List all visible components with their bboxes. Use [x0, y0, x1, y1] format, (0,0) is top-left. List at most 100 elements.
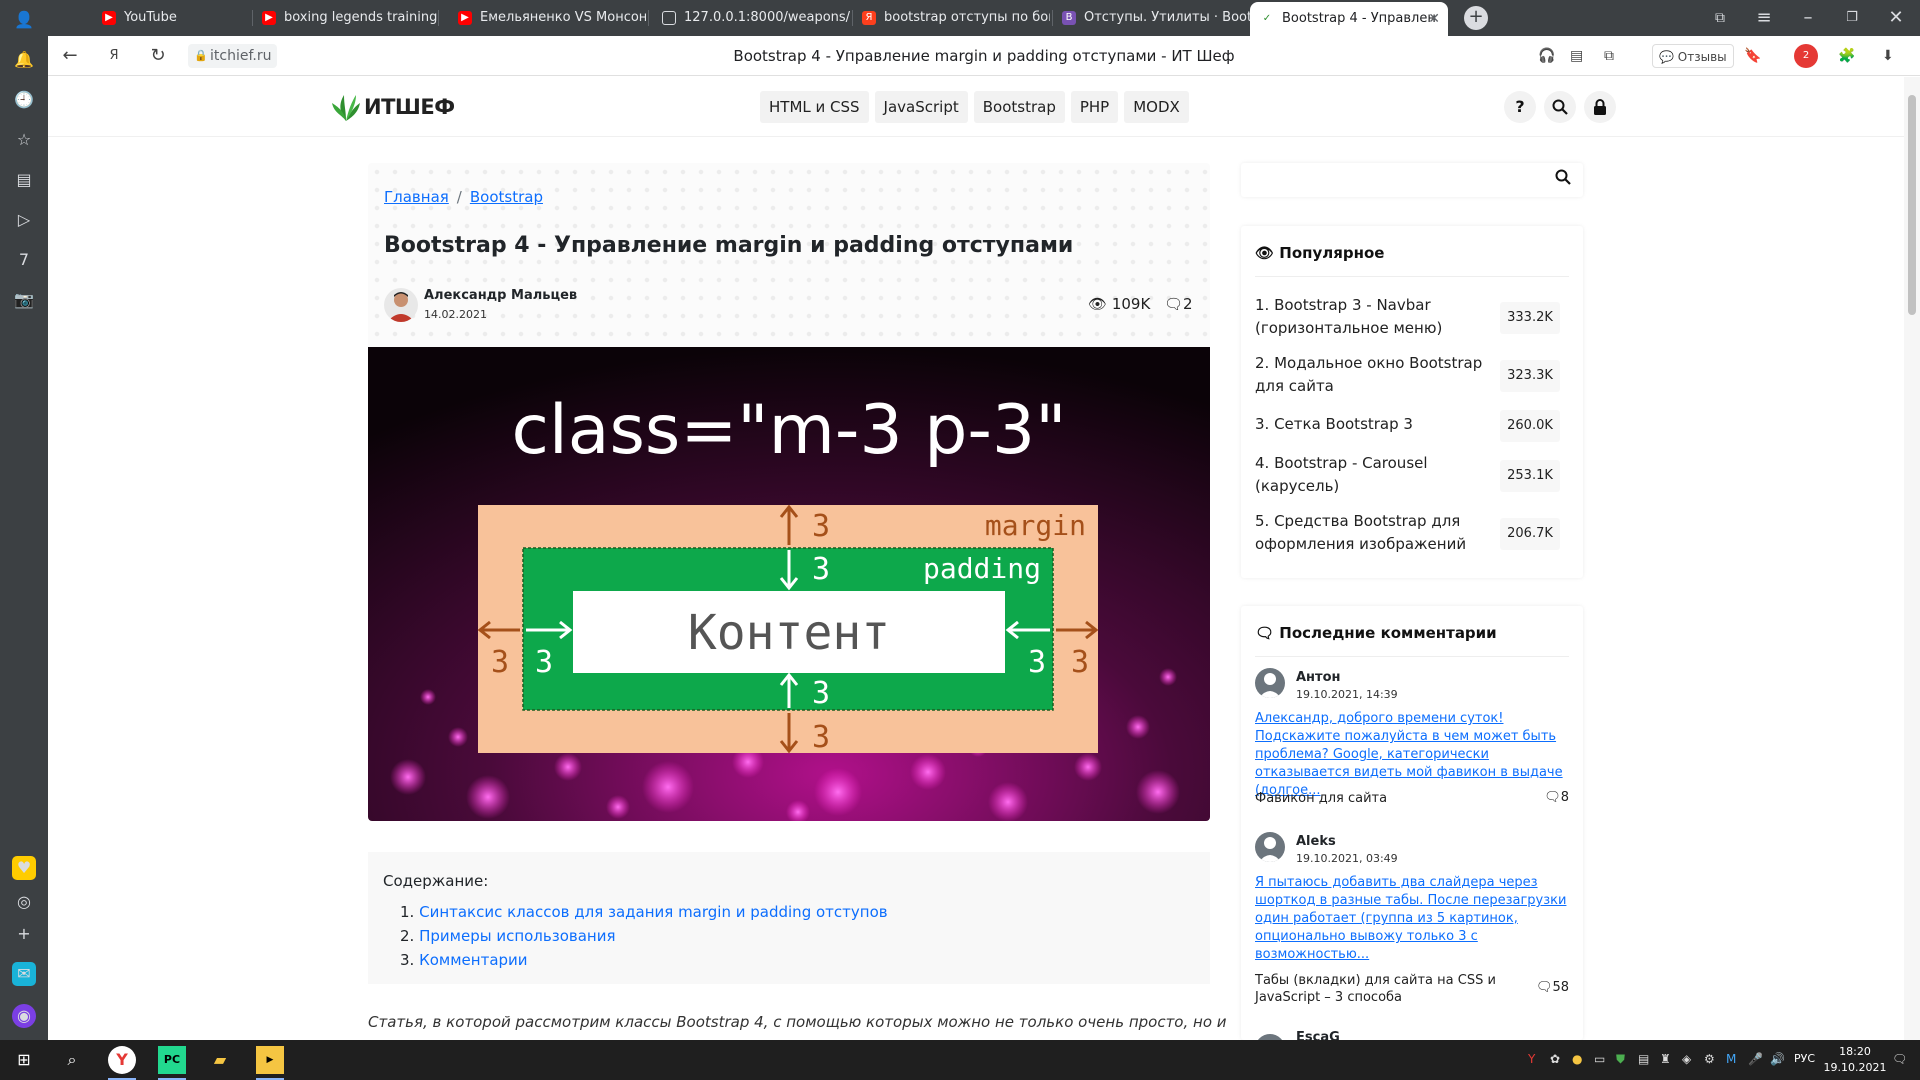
nav-javascript[interactable]: JavaScript [874, 91, 968, 123]
comment-topic[interactable]: Фавикон для сайта [1255, 790, 1505, 807]
back-button[interactable]: ← [58, 44, 82, 68]
maximize-icon[interactable]: ❐ [1840, 6, 1864, 30]
tray-app-icon[interactable]: ▤ [1638, 1052, 1649, 1066]
headphones-icon[interactable]: 🎧 [1538, 44, 1555, 68]
new-tab-button[interactable]: + [1464, 6, 1488, 30]
windows-start-icon[interactable]: ⊞ [10, 1046, 38, 1074]
extensions-badge-icon[interactable]: ⧉ [1604, 44, 1614, 68]
menu-icon[interactable]: ≡ [1752, 6, 1776, 30]
comment-text-link[interactable]: Я пытаюсь добавить два слайдера через шо… [1255, 874, 1575, 964]
url-field[interactable]: 🔒 itchief.ru [188, 44, 278, 68]
address-bar: ← Я ↻ 🔒 itchief.ru Bootstrap 4 - Управле… [48, 36, 1920, 76]
hero-margin-label: margin [985, 509, 1086, 542]
close-icon[interactable]: ✕ [1428, 2, 1440, 36]
tray-app-icon[interactable]: ▭ [1594, 1052, 1605, 1066]
downloads-icon[interactable]: ⬇ [1882, 44, 1894, 68]
bookmark-icon[interactable]: 🔖 [1744, 44, 1761, 68]
tray-app-icon[interactable]: M [1726, 1052, 1736, 1066]
login-button[interactable] [1584, 91, 1616, 123]
tab-bootstrap-docs[interactable]: B Отступы. Утилиты · Bootst [1052, 4, 1250, 32]
tray-steam-icon[interactable]: ⚙ [1704, 1052, 1715, 1066]
page-scrollbar[interactable] [1904, 77, 1920, 1040]
author-name[interactable]: Александр Мальцев [424, 288, 577, 303]
scrollbar-thumb[interactable] [1908, 95, 1916, 315]
search-icon[interactable] [1555, 169, 1571, 189]
breadcrumb-bootstrap[interactable]: Bootstrap [470, 188, 543, 206]
notifications-icon[interactable]: 🔔 [12, 48, 36, 72]
history-icon[interactable]: 🕘 [12, 88, 36, 112]
breadcrumb-home[interactable]: Главная [384, 188, 449, 206]
popular-count: 260.0K [1500, 410, 1560, 442]
pycharm-icon[interactable]: PC [158, 1046, 186, 1080]
microphone-icon[interactable]: 🎤 [1748, 1052, 1763, 1066]
nav-modx[interactable]: MODX [1124, 91, 1189, 123]
window-close-icon[interactable]: ✕ [1884, 6, 1908, 30]
tab-localhost[interactable]: 127.0.0.1:8000/weapons/ [652, 4, 850, 32]
calendar-icon[interactable]: 7 [12, 248, 36, 272]
minimize-icon[interactable]: – [1796, 6, 1820, 30]
sidebar-search-input[interactable] [1241, 163, 1583, 197]
video-icon[interactable]: ▷ [12, 208, 36, 232]
alice-icon[interactable]: ◉ [12, 1004, 36, 1028]
breadcrumb-separator: / [456, 188, 462, 206]
toc-item: 1. Синтаксис классов для задания margin … [400, 903, 888, 921]
toc-link-examples[interactable]: Примеры использования [419, 927, 615, 945]
add-panel-icon[interactable]: + [12, 922, 36, 946]
tray-app-icon[interactable]: ✿ [1550, 1052, 1560, 1066]
apps-icon[interactable]: ◎ [12, 890, 36, 914]
screenshot-icon[interactable]: 📷 [12, 288, 36, 312]
tab-youtube[interactable]: ▶ YouTube [92, 4, 252, 32]
notifications-icon[interactable]: 🗨 [1892, 1052, 1907, 1066]
tray-yandex-icon[interactable]: Y [1528, 1052, 1535, 1066]
nav-php[interactable]: PHP [1070, 91, 1119, 123]
tab-yandex-search[interactable]: Я bootstrap отступы по бок [852, 4, 1050, 32]
nav-bootstrap[interactable]: Bootstrap [973, 91, 1065, 123]
yandex-browser-icon[interactable]: Y [108, 1046, 136, 1080]
hero-margin-top-value: 3 [812, 509, 830, 544]
site-logo[interactable]: ИТШЕФ [330, 91, 455, 123]
search-icon[interactable]: ⌕ [58, 1046, 86, 1074]
comment-text-link[interactable]: Александр, доброго времени суток! Подска… [1255, 710, 1575, 800]
toc-link-comments[interactable]: Комментарии [419, 951, 527, 969]
messenger-icon[interactable]: ✉ [12, 962, 36, 986]
yandex-market-icon[interactable]: ♥ [12, 856, 36, 880]
reviews-button[interactable]: 💬 Отзывы [1652, 44, 1734, 68]
profile-icon[interactable]: 👤 [12, 8, 36, 32]
tab-boxing[interactable]: ▶ boxing legends training m [252, 4, 438, 32]
comment-topic[interactable]: Табы (вкладки) для сайта на CSS и JavaSc… [1255, 972, 1505, 1006]
tray-app-icon[interactable]: ♜ [1660, 1052, 1671, 1066]
eye-icon: 👁 [1088, 295, 1108, 313]
reader-mode-icon[interactable]: ▤ [1570, 44, 1583, 68]
popular-item-2[interactable]: 2. Модальное окно Bootstrap для сайта [1255, 352, 1485, 398]
bootstrap-icon: B [1062, 11, 1076, 25]
help-button[interactable]: ? [1504, 91, 1536, 123]
taskbar-clock[interactable]: 18:20 19.10.2021 [1820, 1044, 1890, 1076]
popular-item-3[interactable]: 3. Сетка Bootstrap 3 [1255, 413, 1485, 436]
media-player-icon[interactable]: ▶ [256, 1046, 284, 1080]
reload-button[interactable]: ↻ [146, 44, 170, 68]
comments-counter[interactable]: 🗨2 [1164, 295, 1193, 313]
bookmarks-icon[interactable]: ☆ [12, 128, 36, 152]
nav-html-css[interactable]: HTML и CSS [760, 91, 869, 123]
tray-app-icon[interactable]: ◈ [1682, 1052, 1691, 1066]
volume-icon[interactable]: 🔊 [1770, 1052, 1785, 1066]
toc-link-syntax[interactable]: Синтаксис классов для задания margin и p… [419, 903, 888, 921]
bookmarks-panel-icon[interactable]: ⧉ [1708, 6, 1732, 30]
tray-app-icon[interactable]: ● [1572, 1052, 1582, 1066]
popular-item-1[interactable]: 1. Bootstrap 3 - Navbar (горизонтальное … [1255, 294, 1485, 340]
comments-title: Последние комментарии [1279, 624, 1497, 642]
yandex-home-button[interactable]: Я [102, 44, 126, 68]
adblock-icon[interactable]: 2 [1794, 44, 1818, 68]
tray-security-icon[interactable]: ⛊ [1616, 1052, 1625, 1067]
search-button[interactable] [1544, 91, 1576, 123]
language-indicator[interactable]: РУС [1794, 1052, 1815, 1065]
tab-emelyanenko[interactable]: ▶ Емельяненко VS Монсон. [448, 4, 646, 32]
collections-icon[interactable]: ▤ [12, 168, 36, 192]
article-intro: Статья, в которой рассмотрим классы Boot… [368, 1013, 1227, 1031]
tab-active-itchief[interactable]: ✓ Bootstrap 4 - Управлен ✕ [1250, 2, 1448, 36]
extensions-icon[interactable]: 🧩 [1838, 44, 1855, 68]
file-explorer-icon[interactable]: ▰ [206, 1046, 234, 1074]
popular-item-5[interactable]: 5. Средства Bootstrap для оформления изо… [1255, 510, 1485, 556]
popular-item-4[interactable]: 4. Bootstrap - Carousel (карусель) [1255, 452, 1485, 498]
author-avatar[interactable] [384, 288, 418, 322]
